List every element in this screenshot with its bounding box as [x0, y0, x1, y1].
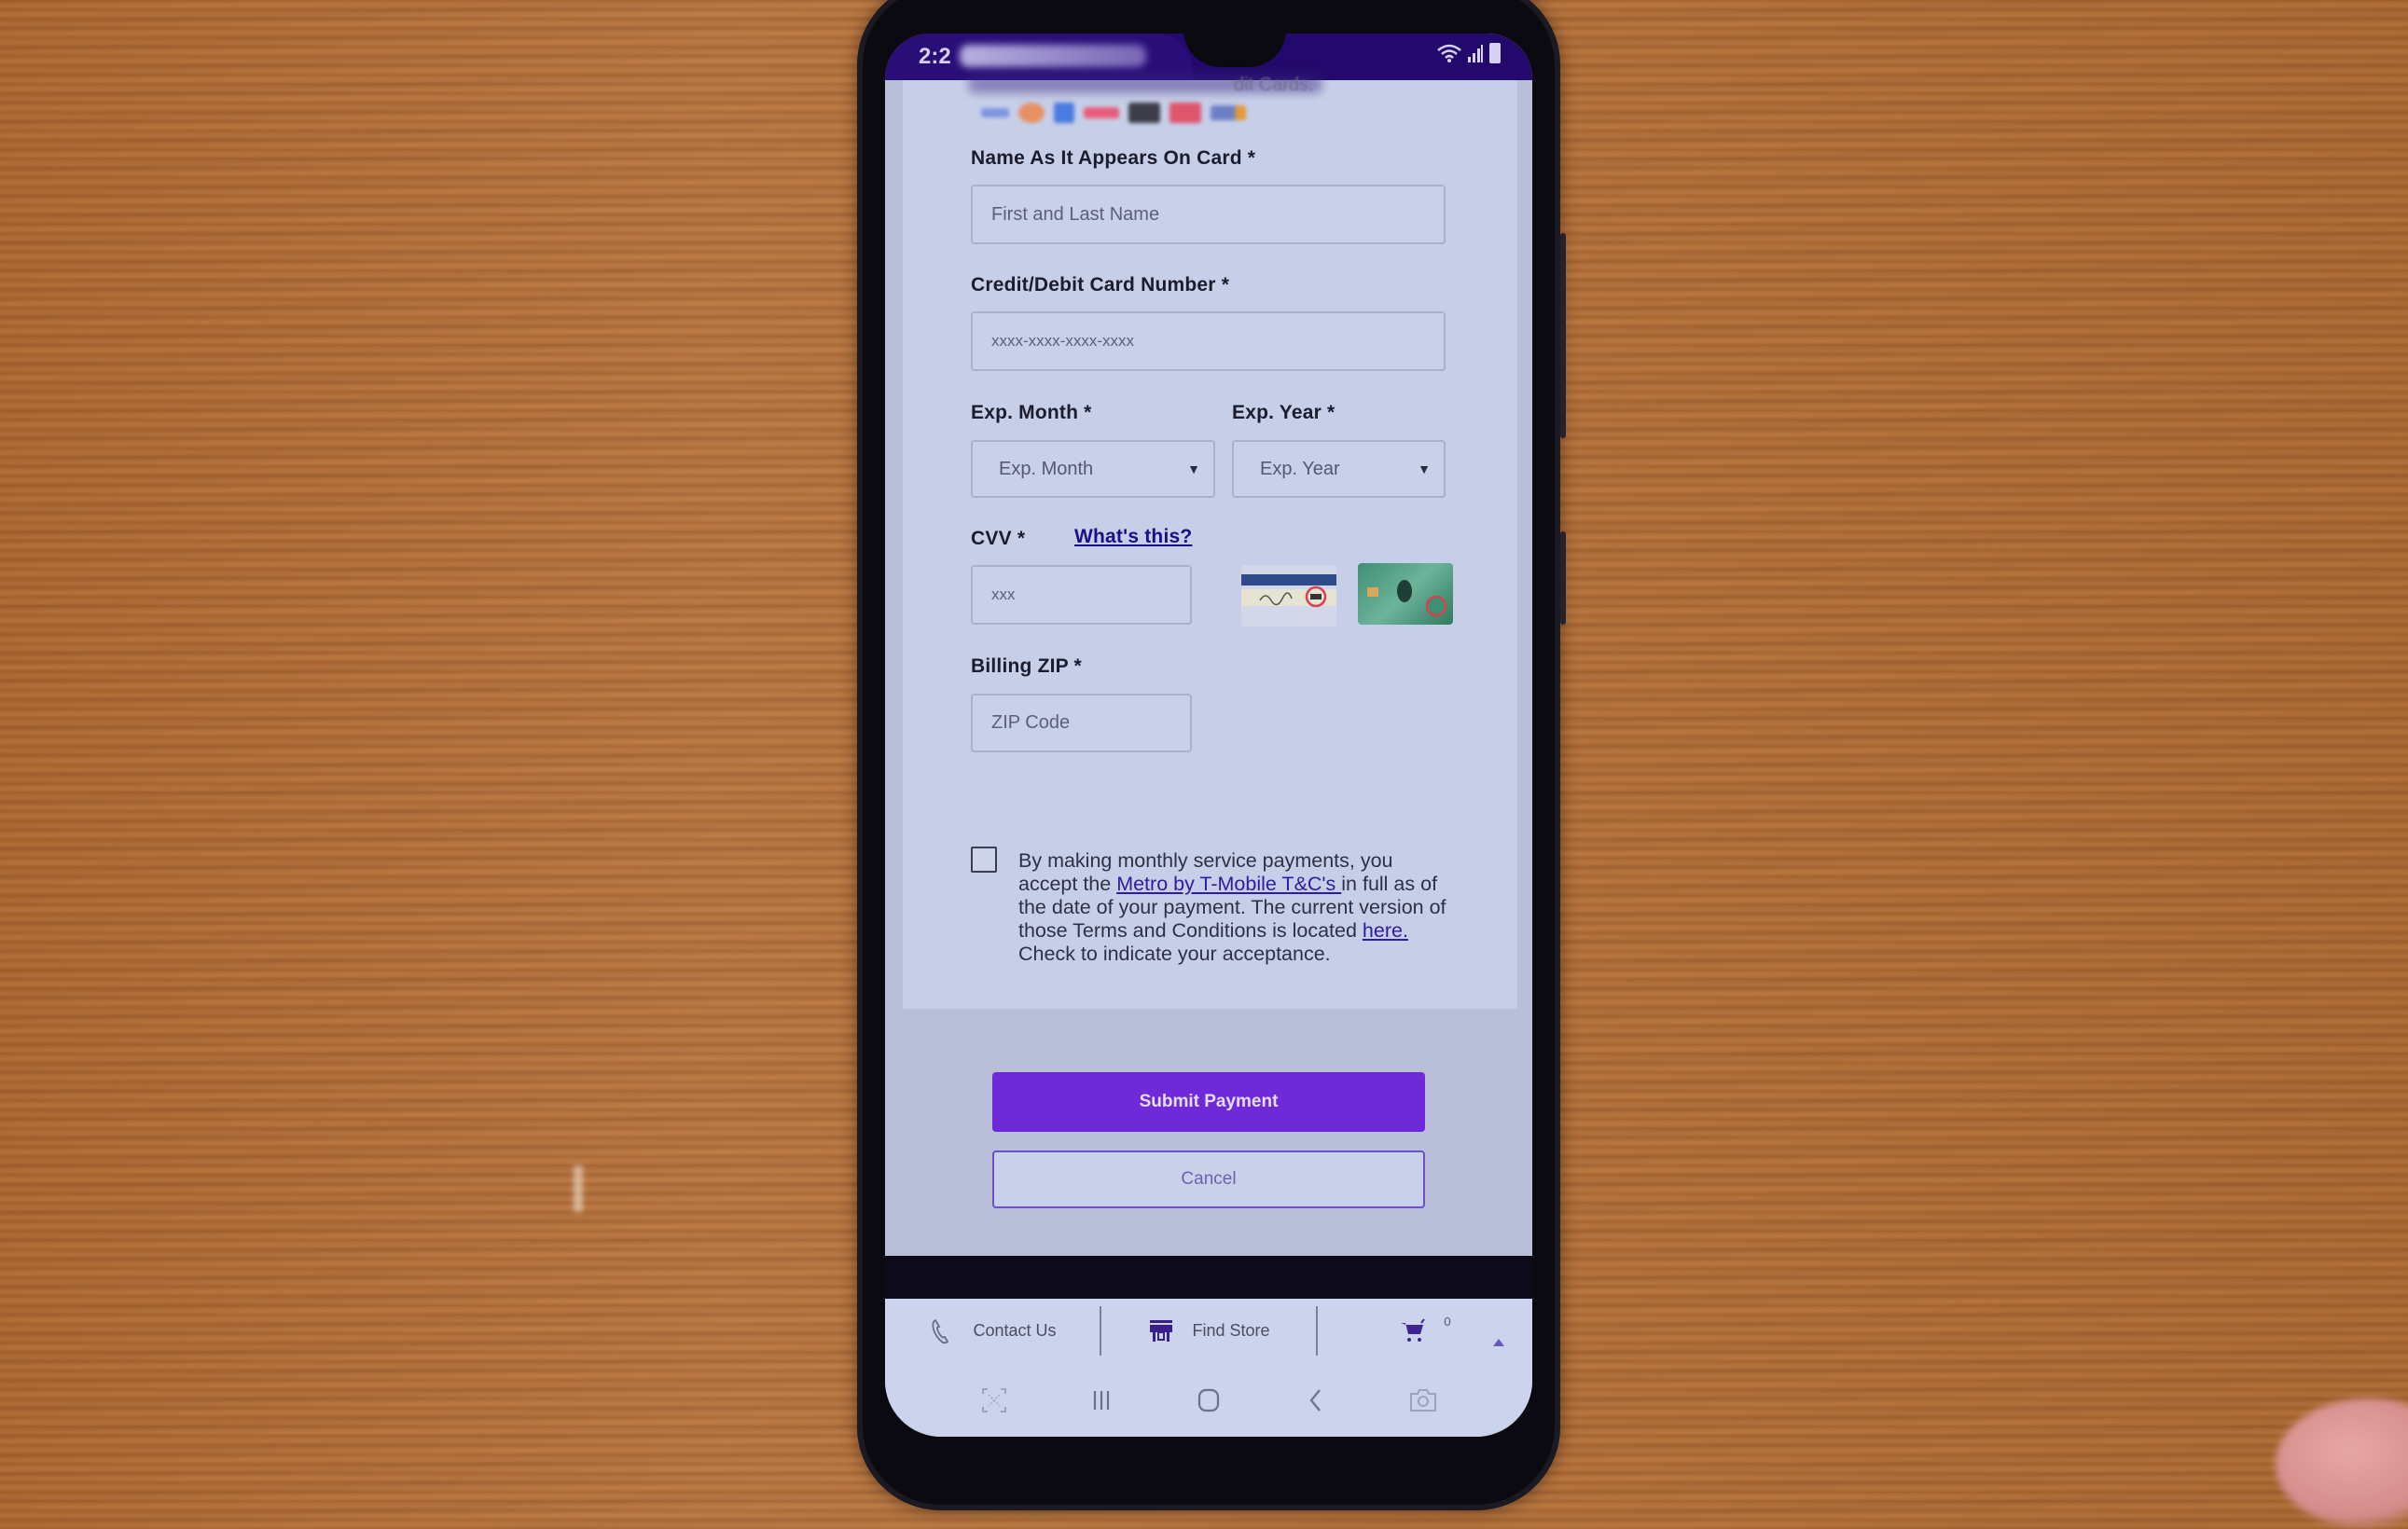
blurred-notifications — [960, 45, 1146, 67]
contact-us-button[interactable]: Contact Us — [885, 1299, 1100, 1363]
amex-card-illustration — [1367, 580, 1447, 617]
back-button[interactable] — [1297, 1382, 1335, 1419]
bottom-nav: Contact Us Find Store 0 — [885, 1299, 1532, 1364]
cvv-label: CVV * — [971, 528, 1026, 549]
payment-form: dit Cards. Name As It Appears On Card * … — [903, 75, 1517, 1009]
volume-button — [1560, 233, 1566, 438]
recents-button[interactable] — [1083, 1382, 1120, 1419]
card-number-input[interactable] — [971, 311, 1446, 371]
terms-checkbox[interactable] — [971, 847, 997, 873]
toolbar-separator — [885, 1256, 1532, 1299]
cvv-amex-front-image — [1358, 563, 1453, 625]
cvv-card-back-image — [1241, 565, 1336, 627]
chevron-down-icon: ▼ — [1187, 461, 1200, 476]
discover-logo — [1054, 103, 1074, 123]
card-back-illustration — [1241, 574, 1336, 608]
accel-logo — [1211, 105, 1246, 120]
zip-label: Billing ZIP * — [971, 655, 1082, 677]
home-icon — [1197, 1388, 1220, 1412]
terms-text-after: Check to indicate your acceptance. — [1018, 943, 1331, 965]
submit-payment-button[interactable]: Submit Payment — [992, 1072, 1425, 1132]
find-store-button[interactable]: Find Store — [1100, 1306, 1316, 1356]
accepted-cards-heading-tail: dit Cards. — [1234, 75, 1314, 95]
recents-icon — [1094, 1390, 1110, 1410]
android-system-nav — [885, 1363, 1532, 1437]
status-bar: 2:2 — [885, 34, 1532, 80]
name-label: Name As It Appears On Card * — [971, 147, 1256, 169]
background-smudge — [574, 1165, 583, 1212]
terms-here-link[interactable]: here. — [1363, 919, 1408, 942]
mastercard-logo — [1018, 103, 1045, 123]
exp-month-value: Exp. Month — [999, 458, 1094, 479]
name-input[interactable] — [971, 185, 1446, 244]
phone-screen: 2:2 dit Cards. Name As It Appears On Car… — [885, 34, 1532, 1437]
camera-icon — [1409, 1388, 1436, 1412]
store-icon — [1150, 1319, 1173, 1342]
back-icon — [1309, 1388, 1321, 1412]
amex-logo — [981, 108, 1009, 117]
accepted-card-logos — [981, 103, 1246, 123]
cvv-help-link[interactable]: What's this? — [1074, 526, 1192, 548]
exp-month-label: Exp. Month * — [971, 402, 1092, 423]
cancel-button[interactable]: Cancel — [992, 1150, 1425, 1208]
star-logo — [1169, 103, 1201, 123]
cvv-input[interactable] — [971, 565, 1192, 625]
exp-year-value: Exp. Year — [1260, 458, 1340, 479]
visa-logo — [1084, 107, 1119, 118]
screen-capture-button[interactable] — [976, 1382, 1013, 1419]
phone-icon — [932, 1318, 949, 1343]
home-button[interactable] — [1190, 1382, 1227, 1419]
wifi-icon — [1437, 44, 1461, 62]
cart-count: 0 — [1444, 1315, 1451, 1329]
status-icons — [1437, 43, 1501, 63]
find-store-label: Find Store — [1192, 1321, 1270, 1340]
zip-input[interactable] — [971, 694, 1192, 752]
pulse-logo — [1128, 103, 1160, 123]
finger — [2276, 1398, 2408, 1529]
cart-button[interactable]: 0 — [1316, 1306, 1532, 1356]
expand-up-icon[interactable] — [1493, 1339, 1504, 1346]
status-time: 2:2 — [919, 44, 951, 69]
exp-month-select[interactable]: Exp. Month ▼ — [971, 440, 1215, 498]
page-content: dit Cards. Name As It Appears On Card * … — [885, 75, 1532, 1256]
exp-year-label: Exp. Year * — [1232, 402, 1335, 423]
exp-year-select[interactable]: Exp. Year ▼ — [1232, 440, 1446, 498]
contact-us-label: Contact Us — [973, 1321, 1057, 1340]
camera-button[interactable] — [1405, 1382, 1442, 1419]
power-button — [1560, 531, 1566, 625]
screenshot-scan-icon — [982, 1387, 1007, 1412]
signal-icon — [1468, 45, 1483, 62]
chevron-down-icon: ▼ — [1418, 461, 1431, 476]
cart-icon — [1401, 1317, 1426, 1342]
metro-tc-link[interactable]: Metro by T-Mobile T&C's — [1116, 873, 1341, 895]
camera-notch — [1183, 34, 1286, 67]
battery-icon — [1489, 43, 1501, 63]
terms-text: By making monthly service payments, you … — [1018, 849, 1457, 966]
card-number-label: Credit/Debit Card Number * — [971, 274, 1230, 296]
